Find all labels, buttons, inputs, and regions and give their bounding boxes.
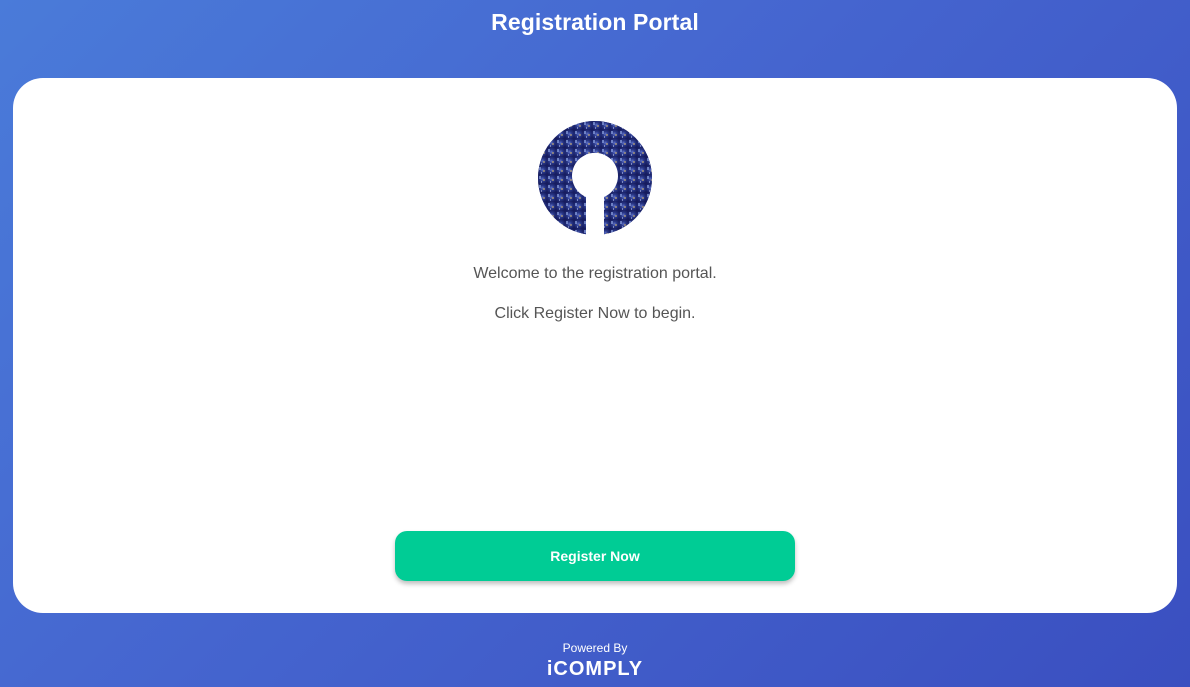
powered-by-label: Powered By xyxy=(562,641,628,655)
keyhole-city-logo-icon xyxy=(538,121,652,235)
icomply-logo[interactable]: iCOMPLY xyxy=(541,657,649,679)
icomply-logo-text: iCOMPLY xyxy=(547,658,643,679)
welcome-text: Welcome to the registration portal. xyxy=(473,265,717,282)
instruction-text: Click Register Now to begin. xyxy=(494,305,696,322)
register-now-button[interactable]: Register Now xyxy=(395,531,795,581)
footer: Powered By iCOMPLY xyxy=(0,641,1190,684)
registration-card: Welcome to the registration portal. Clic… xyxy=(13,78,1177,613)
page-title: Registration Portal xyxy=(491,9,699,35)
